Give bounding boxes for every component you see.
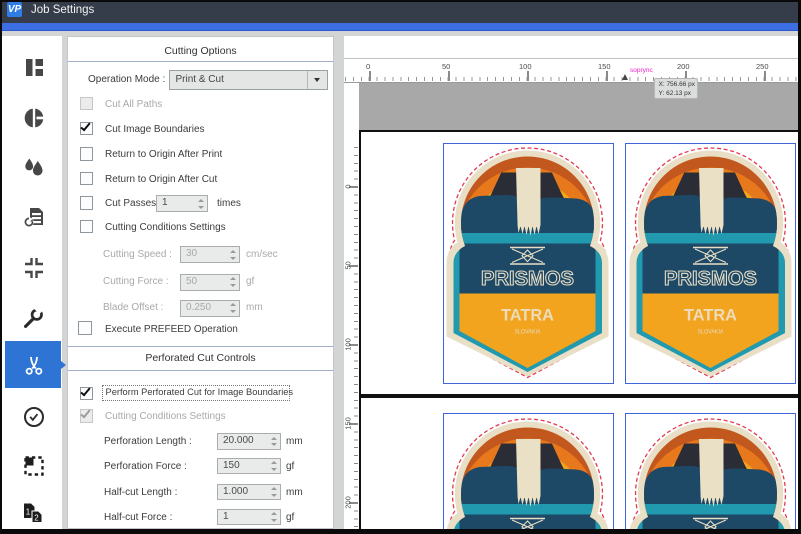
svg-text:2: 2 <box>34 513 39 522</box>
svg-text:1: 1 <box>25 507 30 516</box>
